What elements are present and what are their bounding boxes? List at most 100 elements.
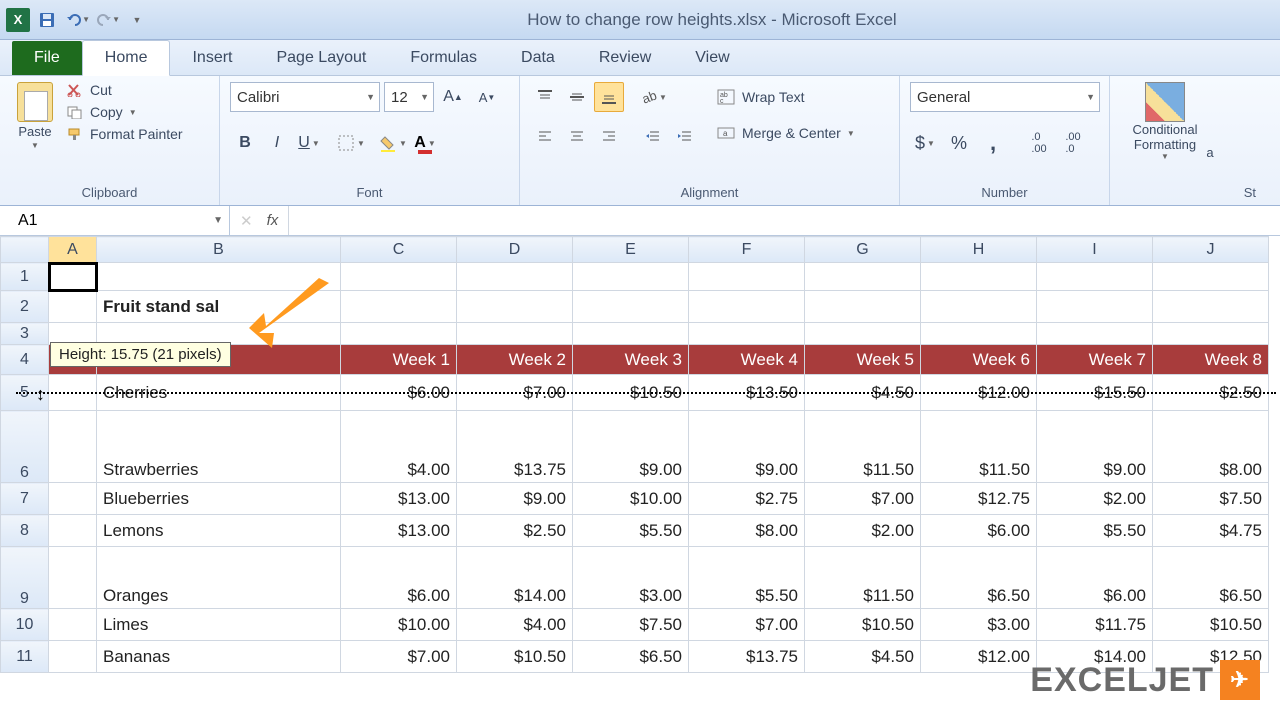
row-header-7[interactable]: 7 <box>1 483 49 515</box>
cell-H11[interactable]: $12.00 <box>921 641 1037 673</box>
header-cell-1[interactable]: Week 1 <box>341 345 457 375</box>
fx-icon[interactable]: fx <box>267 212 279 229</box>
cell-D7[interactable]: $9.00 <box>457 483 573 515</box>
col-header-H[interactable]: H <box>921 237 1037 263</box>
cell-C10[interactable]: $10.00 <box>341 609 457 641</box>
tab-file[interactable]: File <box>12 41 82 75</box>
cell-I9[interactable]: $6.00 <box>1037 547 1153 609</box>
cell-J1[interactable] <box>1153 263 1269 291</box>
col-header-B[interactable]: B <box>97 237 341 263</box>
cell-B7[interactable]: Blueberries <box>97 483 341 515</box>
undo-icon[interactable]: ▼ <box>64 7 90 33</box>
align-top-icon[interactable] <box>530 82 560 112</box>
cell-D8[interactable]: $2.50 <box>457 515 573 547</box>
header-cell-2[interactable]: Week 2 <box>457 345 573 375</box>
header-cell-4[interactable]: Week 4 <box>689 345 805 375</box>
tab-home[interactable]: Home <box>82 40 171 76</box>
cell-I1[interactable] <box>1037 263 1153 291</box>
cell-D10[interactable]: $4.00 <box>457 609 573 641</box>
decrease-font-icon[interactable]: A▼ <box>472 82 502 112</box>
tab-review[interactable]: Review <box>577 41 673 75</box>
cell-H6[interactable]: $11.50 <box>921 411 1037 483</box>
italic-button[interactable]: I <box>262 128 292 158</box>
cell-B6[interactable]: Strawberries <box>97 411 341 483</box>
accounting-format-icon[interactable]: $▼ <box>910 128 940 158</box>
cell-G8[interactable]: $2.00 <box>805 515 921 547</box>
conditional-formatting-button[interactable]: Conditional Formatting ▼ a <box>1120 82 1210 160</box>
save-icon[interactable] <box>34 7 60 33</box>
row-header-8[interactable]: 8 <box>1 515 49 547</box>
decrease-decimal-icon[interactable]: .00.0 <box>1058 128 1088 158</box>
row-header-3[interactable]: 3 <box>1 323 49 345</box>
select-all-corner[interactable] <box>1 237 49 263</box>
decrease-indent-icon[interactable] <box>638 122 668 152</box>
cut-button[interactable]: Cut <box>66 82 183 98</box>
cell-E6[interactable]: $9.00 <box>573 411 689 483</box>
merge-center-button[interactable]: aMerge & Center ▼ <box>716 118 855 148</box>
cell-I8[interactable]: $5.50 <box>1037 515 1153 547</box>
row-header-6[interactable]: 6 <box>1 411 49 483</box>
cell-I7[interactable]: $2.00 <box>1037 483 1153 515</box>
col-header-E[interactable]: E <box>573 237 689 263</box>
row-header-11[interactable]: 11 <box>1 641 49 673</box>
cell-J9[interactable]: $6.50 <box>1153 547 1269 609</box>
col-header-F[interactable]: F <box>689 237 805 263</box>
cell-D1[interactable] <box>457 263 573 291</box>
col-header-C[interactable]: C <box>341 237 457 263</box>
cell-H8[interactable]: $6.00 <box>921 515 1037 547</box>
align-right-icon[interactable] <box>594 122 624 152</box>
cell-H7[interactable]: $12.75 <box>921 483 1037 515</box>
col-header-J[interactable]: J <box>1153 237 1269 263</box>
underline-button[interactable]: U▼ <box>294 128 324 158</box>
cell-G9[interactable]: $11.50 <box>805 547 921 609</box>
redo-icon[interactable]: ▼ <box>94 7 120 33</box>
cancel-formula-icon[interactable]: ✕ <box>240 212 253 230</box>
cell-G7[interactable]: $7.00 <box>805 483 921 515</box>
header-cell-5[interactable]: Week 5 <box>805 345 921 375</box>
cell-F6[interactable]: $9.00 <box>689 411 805 483</box>
cell-I10[interactable]: $11.75 <box>1037 609 1153 641</box>
cell-F10[interactable]: $7.00 <box>689 609 805 641</box>
cell-G10[interactable]: $10.50 <box>805 609 921 641</box>
header-cell-3[interactable]: Week 3 <box>573 345 689 375</box>
cell-E7[interactable]: $10.00 <box>573 483 689 515</box>
align-center-icon[interactable] <box>562 122 592 152</box>
row-header-2[interactable]: 2 <box>1 291 49 323</box>
tab-data[interactable]: Data <box>499 41 577 75</box>
row-header-9[interactable]: 9 <box>1 547 49 609</box>
header-cell-7[interactable]: Week 7 <box>1037 345 1153 375</box>
row-header-10[interactable]: 10 <box>1 609 49 641</box>
row-header-4[interactable]: 4 <box>1 345 49 375</box>
cell-I6[interactable]: $9.00 <box>1037 411 1153 483</box>
align-middle-icon[interactable] <box>562 82 592 112</box>
cell-E9[interactable]: $3.00 <box>573 547 689 609</box>
cell-F11[interactable]: $13.75 <box>689 641 805 673</box>
formula-input[interactable] <box>288 206 1280 235</box>
cell-E8[interactable]: $5.50 <box>573 515 689 547</box>
excel-app-icon[interactable]: X <box>6 8 30 32</box>
tab-page-layout[interactable]: Page Layout <box>254 41 388 75</box>
cell-C7[interactable]: $13.00 <box>341 483 457 515</box>
percent-format-icon[interactable]: % <box>944 128 974 158</box>
cell-C8[interactable]: $13.00 <box>341 515 457 547</box>
cell-H1[interactable] <box>921 263 1037 291</box>
header-cell-6[interactable]: Week 6 <box>921 345 1037 375</box>
cell-J10[interactable]: $10.50 <box>1153 609 1269 641</box>
tab-view[interactable]: View <box>673 41 751 75</box>
cell-F1[interactable] <box>689 263 805 291</box>
borders-button[interactable]: ▼ <box>336 128 366 158</box>
cell-D9[interactable]: $14.00 <box>457 547 573 609</box>
cell-C6[interactable]: $4.00 <box>341 411 457 483</box>
row-header-1[interactable]: 1 <box>1 263 49 291</box>
tab-insert[interactable]: Insert <box>170 41 254 75</box>
paste-button[interactable]: Paste ▼ <box>10 82 60 150</box>
align-bottom-icon[interactable] <box>594 82 624 112</box>
tab-formulas[interactable]: Formulas <box>388 41 499 75</box>
cell-F9[interactable]: $5.50 <box>689 547 805 609</box>
align-left-icon[interactable] <box>530 122 560 152</box>
cell-J7[interactable]: $7.50 <box>1153 483 1269 515</box>
cell-E11[interactable]: $6.50 <box>573 641 689 673</box>
cell-F8[interactable]: $8.00 <box>689 515 805 547</box>
header-cell-8[interactable]: Week 8 <box>1153 345 1269 375</box>
increase-indent-icon[interactable] <box>670 122 700 152</box>
